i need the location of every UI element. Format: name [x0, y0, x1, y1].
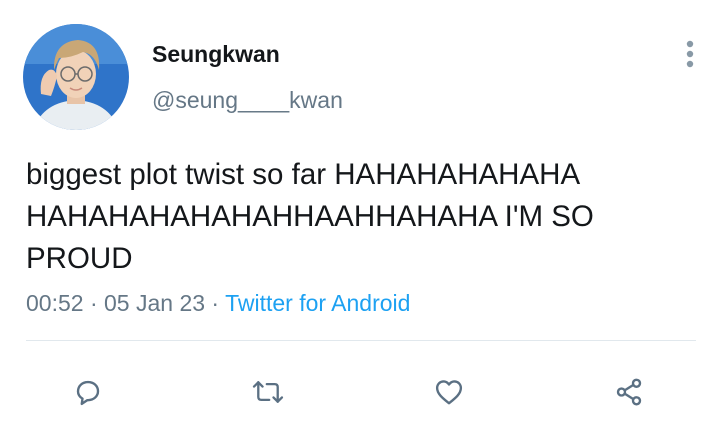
more-options-icon[interactable]: [680, 38, 700, 72]
tweet-card: Seungkwan @seung____kwan biggest plot tw…: [0, 0, 720, 439]
meta-separator: ·: [205, 290, 226, 316]
reply-icon: [76, 380, 100, 406]
divider: [26, 340, 696, 341]
tweet-text: biggest plot twist so far HAHAHAHAHAHA H…: [26, 154, 706, 280]
display-name[interactable]: Seungkwan: [152, 40, 280, 68]
retweet-button[interactable]: [246, 370, 290, 414]
retweet-icon: [252, 381, 284, 403]
share-icon: [616, 378, 642, 406]
tweet-date[interactable]: 05 Jan 23: [104, 290, 205, 316]
tweet-text-line: biggest plot twist so far HAHAHAHAHAHA: [26, 158, 581, 191]
like-button[interactable]: [427, 370, 471, 414]
meta-separator: ·: [83, 290, 105, 316]
tweet-text-line: HAHAHAHAHAHAHHAAHHAHAHA I'M SO: [26, 200, 594, 233]
tweet-meta: 00:52 · 05 Jan 23 · Twitter for Android: [26, 289, 410, 317]
tweet-text-line: PROUD: [26, 242, 133, 275]
reply-button[interactable]: [66, 370, 110, 414]
profile-photo-icon: [23, 24, 129, 130]
tweet-time[interactable]: 00:52: [26, 290, 84, 316]
heart-icon: [435, 380, 463, 405]
avatar[interactable]: [23, 24, 129, 130]
share-button[interactable]: [607, 370, 651, 414]
tweet-source-link[interactable]: Twitter for Android: [225, 290, 410, 316]
user-handle[interactable]: @seung____kwan: [152, 86, 343, 114]
